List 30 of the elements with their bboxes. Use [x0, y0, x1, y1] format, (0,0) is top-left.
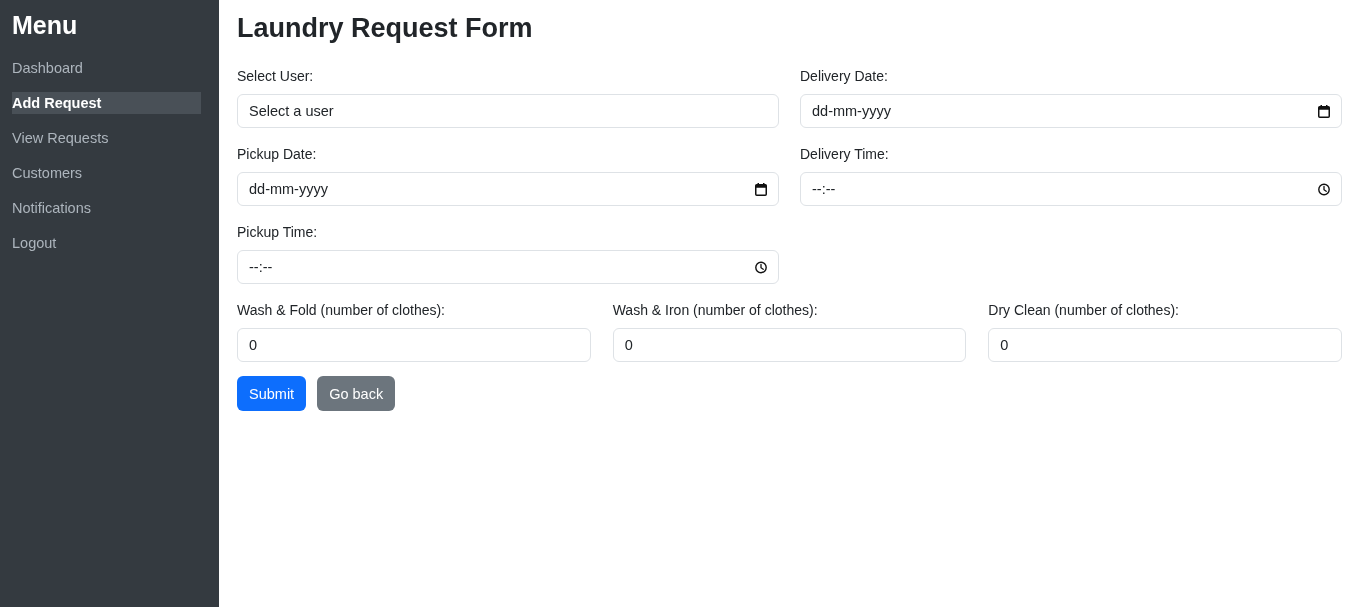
field-label: Delivery Time: — [800, 145, 889, 164]
clock-icon[interactable] — [755, 260, 767, 274]
date-field[interactable]: dd-mm-yyyy — [237, 172, 779, 206]
menu-item[interactable]: Customers — [12, 162, 201, 184]
field-label: Wash & Iron (number of clothes): — [612, 301, 818, 320]
number-field[interactable]: 0 — [988, 328, 1342, 362]
user-select[interactable]: Select a user — [237, 94, 779, 128]
menu-item[interactable]: Dashboard — [12, 57, 201, 79]
menu-item[interactable]: Add Request — [12, 92, 201, 114]
page-title: Laundry Request Form — [237, 12, 533, 45]
calendar-icon[interactable] — [1318, 104, 1330, 118]
field-label: Select User: — [237, 67, 314, 86]
menu-item[interactable]: Logout — [12, 232, 201, 254]
menu-title: Menu — [12, 10, 78, 41]
field-label: Wash & Fold (number of clothes): — [237, 301, 445, 320]
field-label: Dry Clean (number of clothes): — [988, 301, 1179, 320]
menu-item[interactable]: View Requests — [12, 127, 201, 149]
field-label: Pickup Time: — [237, 223, 318, 242]
time-field[interactable]: --:-- — [237, 250, 779, 284]
clock-icon[interactable] — [1318, 182, 1330, 196]
go-back-button[interactable]: Go back — [317, 376, 396, 411]
date-field[interactable]: dd-mm-yyyy — [800, 94, 1342, 128]
field-label: Pickup Date: — [237, 145, 317, 164]
field-label: Delivery Date: — [800, 67, 888, 86]
time-field[interactable]: --:-- — [800, 172, 1342, 206]
submit-button[interactable]: Submit — [237, 376, 307, 411]
calendar-icon[interactable] — [755, 182, 767, 196]
number-field[interactable]: 0 — [237, 328, 591, 362]
number-field[interactable]: 0 — [612, 328, 967, 362]
menu-item[interactable]: Notifications — [12, 197, 201, 219]
